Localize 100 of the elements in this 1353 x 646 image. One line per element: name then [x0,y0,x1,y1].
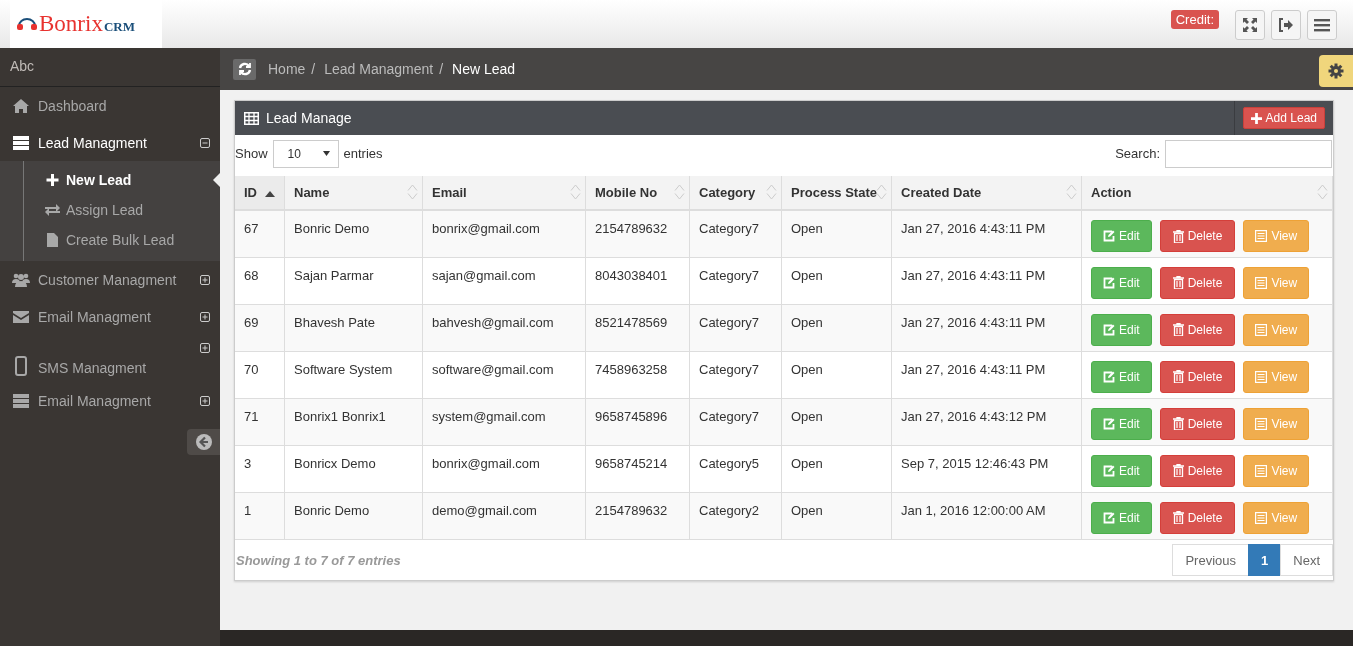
delete-button[interactable]: Delete [1159,220,1236,252]
breadcrumb-link[interactable]: Lead Managment [324,61,434,77]
sidebar-item[interactable]: Lead Managment [0,124,220,161]
delete-button[interactable]: Delete [1159,501,1236,534]
pagination-button[interactable]: Previous [1172,544,1250,576]
logout-button[interactable] [1271,10,1301,40]
expand-icon[interactable] [200,311,210,322]
table-cell: Jan 27, 2016 4:43:11 PM [891,257,1082,304]
server-icon [12,393,30,408]
table-cell: Jan 27, 2016 4:43:11 PM [891,210,1082,257]
table-cell: 2154789632 [585,492,690,539]
expand-icon[interactable] [200,274,210,285]
logo-suffix: CRM [103,18,135,35]
mobile-phone-icon [12,356,30,376]
submenu-item[interactable]: New Lead [0,165,220,195]
edit-icon [1103,464,1115,477]
table-cell: demo@gmail.com [422,492,586,539]
edit-button[interactable]: Edit [1091,454,1152,487]
table-cell: software@gmail.com [422,351,586,398]
collapse-sidebar-button[interactable] [187,429,220,455]
table-icon [244,111,259,125]
list-icon [1255,417,1268,430]
expand-icon[interactable] [200,343,210,353]
column-header[interactable]: Created Date [891,176,1082,210]
sidebar-item[interactable]: Email Managment [0,298,220,335]
pagination-button[interactable]: Next [1280,544,1333,576]
column-header[interactable]: Category [689,176,782,210]
sidebar-item[interactable]: Email Managment [0,382,220,419]
table-cell: 7458963258 [585,351,690,398]
home-icon [12,98,30,113]
column-header[interactable]: Process State [781,176,892,210]
fullscreen-button[interactable] [1235,10,1265,40]
page-size-select[interactable]: 10 [272,139,339,168]
submenu-item[interactable]: Assign Lead [0,195,220,225]
table-cell: Open [781,257,892,304]
table-cell: Open [781,492,892,539]
sort-icon [1066,184,1077,200]
table-cell: Bhavesh Pate [284,304,423,351]
column-header[interactable]: Mobile No [585,176,690,210]
delete-button[interactable]: Delete [1159,313,1236,346]
column-header[interactable]: Email [422,176,586,210]
table-cell: Category7 [689,257,782,304]
active-pointer-icon [213,173,220,187]
sort-ascending-icon [265,190,275,197]
table-cell: Bonrix1 Bonrix1 [284,398,423,445]
menu-icon [1314,18,1330,32]
delete-button[interactable]: Delete [1159,407,1236,440]
settings-button[interactable] [1319,55,1353,87]
edit-icon [1103,417,1115,430]
edit-icon [1103,370,1115,383]
exchange-icon [45,204,60,216]
list-icon [1255,511,1268,524]
sort-icon [766,184,777,200]
edit-icon [1103,323,1115,336]
pagination-button[interactable]: 1 [1248,544,1282,576]
edit-button[interactable]: Edit [1091,220,1152,252]
table-cell: Bonric Demo [284,210,423,257]
collapse-icon[interactable] [200,137,210,148]
table-cell: 8043038401 [585,257,690,304]
trash-icon [1172,511,1184,524]
table-cell: Category2 [689,492,782,539]
edit-button[interactable]: Edit [1091,501,1152,534]
search-field[interactable] [1165,139,1332,168]
delete-button[interactable]: Delete [1159,266,1236,299]
table-cell: 3 [235,445,285,492]
table-cell: 1 [235,492,285,539]
column-header[interactable]: ID [235,176,285,210]
table-cell: Bonricx Demo [284,445,423,492]
column-header[interactable]: Action [1081,176,1333,210]
sidebar-item[interactable]: SMS Managment [0,335,220,382]
delete-button[interactable]: Delete [1159,454,1236,487]
menu-button[interactable] [1307,10,1337,40]
table-cell: Open [781,351,892,398]
submenu-item[interactable]: Create Bulk Lead [0,225,220,255]
sidebar-item[interactable]: Dashboard [0,87,220,124]
edit-icon [1103,276,1115,289]
sort-icon [407,184,418,200]
sidebar-item[interactable]: Customer Managment [0,261,220,298]
delete-button[interactable]: Delete [1159,360,1236,393]
expand-icon[interactable] [200,395,210,406]
refresh-button[interactable] [233,58,256,80]
add-lead-button[interactable]: Add Lead [1242,107,1325,129]
edit-button[interactable]: Edit [1091,313,1152,346]
breadcrumb-link[interactable]: Home [268,61,306,77]
table-cell: 9658745214 [585,445,690,492]
table-cell: Open [781,304,892,351]
edit-button[interactable]: Edit [1091,407,1152,440]
logo-text: Bonrix [39,11,103,37]
edit-button[interactable]: Edit [1091,266,1152,299]
trash-icon [1172,276,1184,289]
column-header[interactable]: Name [284,176,423,210]
table-cell: Sep 7, 2015 12:46:43 PM [891,445,1082,492]
table-cell: 2154789632 [585,210,690,257]
table-cell: system@gmail.com [422,398,586,445]
dropdown-caret-icon [322,151,330,156]
table-cell: 69 [235,304,285,351]
edit-button[interactable]: Edit [1091,360,1152,393]
search-label: Search: [1115,146,1160,161]
sign-out-icon [1278,18,1294,32]
arrow-left-circle-icon [195,434,212,450]
